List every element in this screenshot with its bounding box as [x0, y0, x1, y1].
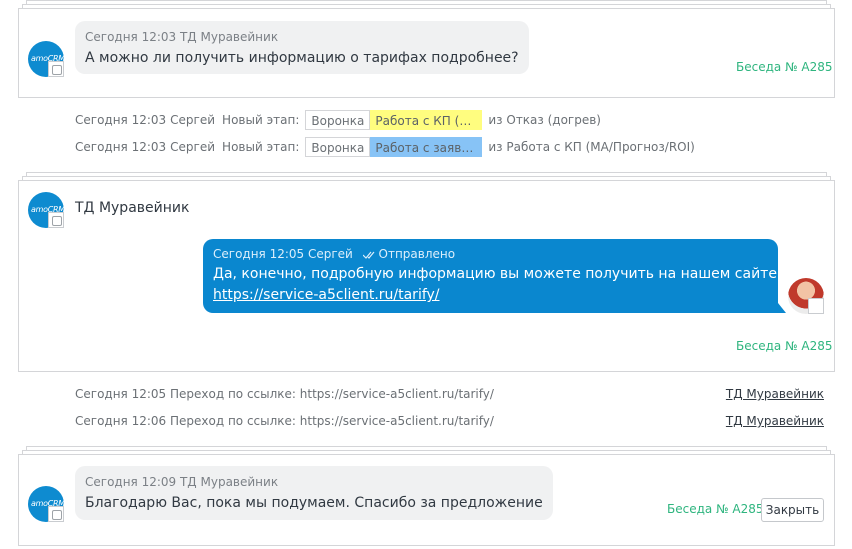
outgoing-meta: Сегодня 12:05 Сергей Отправлено: [213, 246, 768, 262]
outgoing-text: Да, конечно, подробную информацию вы мож…: [213, 266, 777, 282]
broken-image-icon: [48, 61, 64, 77]
sent-status: Отправлено: [378, 247, 456, 261]
incoming-message-bubble: Сегодня 12:03 ТД Муравейник А можно ли п…: [75, 21, 529, 74]
message-meta: Сегодня 12:09 ТД Муравейник: [85, 475, 279, 489]
user-avatar: [788, 278, 824, 314]
event-time: Сегодня 12:03: [75, 140, 167, 154]
stage-change-event: Сегодня 12:03 Сергей Новый этап: Воронка…: [75, 110, 601, 130]
message-meta: Сегодня 12:03 ТД Муравейник: [85, 30, 279, 44]
stage-pill: Работа с КП (М...: [370, 110, 483, 130]
event-text: Сегодня 12:06 Переход по ссылке: https:/…: [75, 414, 494, 428]
stage-change-event: Сегодня 12:03 Сергей Новый этап: Воронка…: [75, 137, 695, 157]
event-text: Сегодня 12:05 Переход по ссылке: https:/…: [75, 387, 494, 401]
amocrm-avatar: amoCRM: [28, 41, 65, 77]
close-talk-button[interactable]: Закрыть: [761, 498, 824, 522]
event-from-stage: из Отказ (догрев): [488, 113, 601, 127]
contact-name[interactable]: ТД Муравейник: [75, 200, 189, 216]
stage-pill: Работа с заявко...: [370, 137, 483, 157]
message-text: Благодарю Вас, пока мы подумаем. Спасибо…: [85, 495, 543, 511]
event-action: Новый этап:: [222, 140, 300, 154]
tariff-link[interactable]: https://service-a5client.ru/tarify/: [213, 287, 440, 303]
broken-image-icon: [48, 506, 64, 522]
amocrm-avatar: amoCRM: [28, 486, 65, 522]
link-visit-event: Сегодня 12:05 Переход по ссылке: https:/…: [75, 384, 494, 404]
outgoing-time-user: Сегодня 12:05 Сергей: [213, 247, 353, 261]
talk-link[interactable]: Беседа № A285: [667, 502, 763, 516]
event-contact-link[interactable]: ТД Муравейник: [726, 414, 824, 428]
event-user: Сергей: [170, 140, 216, 154]
talk-link[interactable]: Беседа № A285: [736, 339, 832, 353]
amocrm-avatar: amoCRM: [28, 192, 65, 228]
broken-image-icon: [48, 212, 64, 228]
link-visit-event: Сегодня 12:06 Переход по ссылке: https:/…: [75, 411, 494, 431]
pipeline-pill: Воронка: [305, 137, 371, 157]
incoming-message-bubble: Сегодня 12:09 ТД Муравейник Благодарю Ва…: [75, 466, 553, 520]
message-text: А можно ли получить информацию о тарифах…: [85, 50, 519, 66]
event-from-stage: из Работа с КП (МА/Прогноз/ROI): [488, 140, 695, 154]
event-user: Сергей: [170, 113, 216, 127]
talk-link[interactable]: Беседа № A285: [736, 60, 832, 74]
event-contact-link[interactable]: ТД Муравейник: [726, 387, 824, 401]
outgoing-message-bubble: Сегодня 12:05 Сергей Отправлено Да, коне…: [203, 239, 786, 313]
double-check-icon: [362, 251, 375, 259]
event-time: Сегодня 12:03: [75, 113, 167, 127]
event-action: Новый этап:: [222, 113, 300, 127]
pipeline-pill: Воронка: [305, 110, 371, 130]
broken-image-icon: [808, 298, 824, 314]
